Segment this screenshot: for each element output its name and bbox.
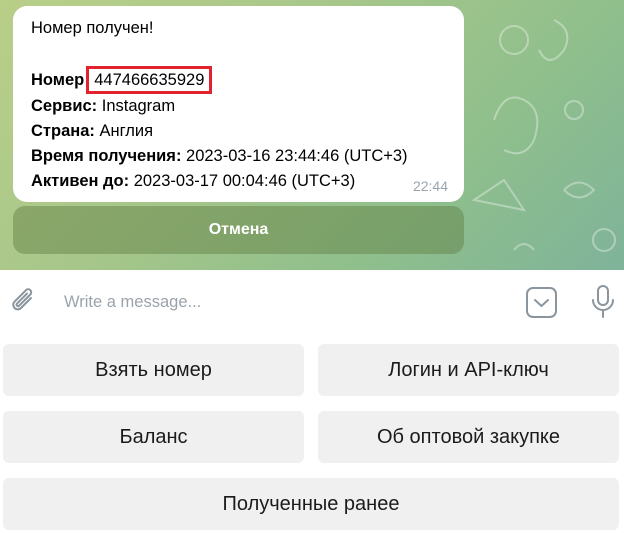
- service-line: Сервис: Instagram: [31, 94, 464, 119]
- service-label: Сервис:: [31, 97, 98, 115]
- received-label: Время получения:: [31, 147, 182, 165]
- cancel-button[interactable]: Отмена: [13, 206, 464, 254]
- received-earlier-button[interactable]: Полученные ранее: [3, 478, 619, 530]
- message-timestamp: 22:44: [412, 178, 448, 194]
- phone-number-highlight[interactable]: 447466635929: [86, 66, 213, 94]
- balance-button[interactable]: Баланс: [3, 411, 304, 463]
- service-value: Instagram: [101, 97, 176, 115]
- paperclip-icon[interactable]: [10, 287, 38, 317]
- active-until-line: Активен до: 2023-03-17 00:04:46 (UTC+3): [31, 169, 464, 194]
- microphone-icon[interactable]: [590, 284, 616, 320]
- message-bubble: Номер получен! Номер 447466635929 Сервис:…: [13, 6, 464, 202]
- message-composer: [0, 270, 624, 334]
- phone-number[interactable]: 447466635929: [94, 71, 204, 89]
- message-input[interactable]: [64, 288, 484, 316]
- active-label: Активен до:: [31, 172, 130, 190]
- number-line: Номер 447466635929: [31, 66, 464, 94]
- keyboard-toggle-icon[interactable]: [525, 286, 558, 319]
- take-number-button[interactable]: Взять номер: [3, 344, 304, 396]
- bot-reply-keyboard: Взять номер Логин и API-ключ Баланс Об о…: [0, 334, 624, 533]
- received-time-line: Время получения: 2023-03-16 23:44:46 (UT…: [31, 144, 464, 169]
- wholesale-info-button[interactable]: Об оптовой закупке: [318, 411, 619, 463]
- chat-area: Номер получен! Номер 447466635929 Сервис:…: [0, 0, 624, 270]
- active-value: 2023-03-17 00:04:46 (UTC+3): [133, 172, 356, 190]
- country-value: Англия: [99, 122, 154, 140]
- received-value: 2023-03-16 23:44:46 (UTC+3): [186, 147, 408, 165]
- message-header: Номер получен!: [31, 19, 154, 37]
- country-label: Страна:: [31, 122, 95, 140]
- country-line: Страна: Англия: [31, 119, 464, 144]
- wallpaper-doodles: [471, 19, 616, 252]
- login-api-key-button[interactable]: Логин и API-ключ: [318, 344, 619, 396]
- number-label: Номер: [31, 71, 85, 89]
